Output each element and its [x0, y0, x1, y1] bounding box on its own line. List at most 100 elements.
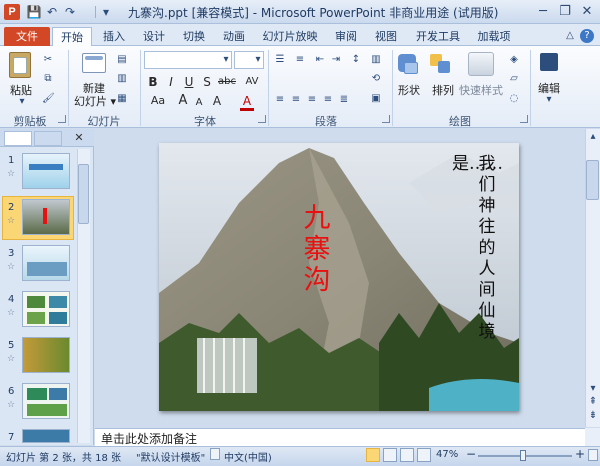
tab-addins[interactable]: 加载项	[472, 27, 516, 46]
align-left-icon[interactable]: ≡	[274, 94, 286, 106]
bold-button[interactable]: B	[146, 75, 160, 89]
line-spacing-icon[interactable]: ↕	[350, 54, 362, 66]
paragraph-launcher-icon[interactable]	[382, 115, 390, 123]
redo-icon[interactable]: ↷	[62, 4, 78, 20]
copy-icon[interactable]: ⧉	[42, 73, 54, 85]
tab-home[interactable]: 开始	[52, 27, 92, 46]
help-icon[interactable]: ?	[580, 29, 594, 43]
arrange-label[interactable]: 排列	[428, 82, 458, 98]
shadow-button[interactable]: S	[200, 75, 214, 89]
grow-font-button[interactable]: A	[176, 94, 190, 108]
format-painter-icon[interactable]: 🖌	[42, 93, 55, 105]
zoom-level[interactable]: 47%	[436, 449, 458, 460]
editing-dropdown-icon[interactable]: ▾	[543, 94, 555, 106]
shapes-label[interactable]: 形状	[394, 82, 424, 98]
slide-thumbnail-2[interactable]	[22, 199, 70, 235]
tab-slideshow[interactable]: 幻灯片放映	[258, 27, 322, 46]
current-slide[interactable]	[159, 143, 519, 411]
increase-indent-icon[interactable]: ⇥	[330, 54, 342, 66]
slide-poem-line-1[interactable]: 我们神往的人间仙境	[476, 154, 498, 343]
reading-view-icon[interactable]	[400, 448, 414, 462]
powerpoint-logo-icon[interactable]: P	[4, 4, 20, 20]
tab-review[interactable]: 审阅	[330, 27, 362, 46]
close-button[interactable]: ✕	[576, 3, 598, 21]
spellcheck-icon[interactable]	[210, 448, 220, 460]
drawing-launcher-icon[interactable]	[520, 115, 528, 123]
pane-scroll-thumb[interactable]	[78, 164, 89, 224]
undo-icon[interactable]: ↶	[44, 4, 60, 20]
notes-placeholder[interactable]: 单击此处添加备注	[101, 430, 197, 447]
tab-file[interactable]: 文件	[4, 27, 50, 46]
slide-scroll-thumb[interactable]	[586, 160, 599, 200]
tab-developer[interactable]: 开发工具	[410, 27, 466, 46]
smartart-icon[interactable]: ▣	[370, 93, 382, 105]
zoom-slider-knob[interactable]	[520, 450, 526, 461]
section-icon[interactable]: ▦	[116, 93, 128, 105]
clear-format-button[interactable]: A	[210, 94, 224, 108]
slide-sorter-view-icon[interactable]	[383, 448, 397, 462]
find-binoculars-icon[interactable]	[540, 53, 558, 71]
quick-styles-label[interactable]: 快速样式	[458, 82, 504, 98]
decrease-indent-icon[interactable]: ⇤	[314, 54, 326, 66]
columns-icon[interactable]: ▥	[370, 54, 382, 66]
font-size-dropdown-icon[interactable]: ▾	[252, 54, 264, 66]
quick-styles-icon[interactable]	[468, 52, 494, 76]
zoom-out-button[interactable]: −	[466, 447, 476, 461]
save-icon[interactable]: 💾	[26, 4, 42, 20]
prev-slide-icon[interactable]: ⇞	[587, 396, 599, 408]
tab-slides-thumbnails[interactable]	[4, 131, 32, 146]
slideshow-view-icon[interactable]	[417, 448, 431, 462]
slide-thumbnail-5[interactable]	[22, 337, 70, 373]
numbering-icon[interactable]: ≡	[294, 54, 306, 66]
slide-thumbnail-1[interactable]	[22, 153, 70, 189]
slide-thumbnail-3[interactable]	[22, 245, 70, 281]
shape-outline-icon[interactable]: ▱	[508, 73, 520, 85]
shrink-font-button[interactable]: A	[192, 96, 206, 110]
restore-button[interactable]: ❐	[554, 3, 576, 21]
tab-design[interactable]: 设计	[138, 27, 170, 46]
zoom-in-button[interactable]: +	[575, 447, 585, 461]
customize-qat-icon[interactable]: ▾	[98, 4, 114, 20]
language-status[interactable]: 中文(中国)	[224, 449, 272, 464]
notes-scrollbar[interactable]	[585, 428, 600, 446]
close-pane-icon[interactable]: ✕	[72, 131, 86, 145]
align-right-icon[interactable]: ≡	[306, 94, 318, 106]
slide-thumbnail-6[interactable]	[22, 383, 70, 419]
font-color-button[interactable]: A	[240, 94, 254, 111]
minimize-ribbon-icon[interactable]: △	[563, 29, 577, 43]
font-name-field[interactable]	[144, 51, 232, 69]
tab-outline[interactable]	[34, 131, 62, 146]
tab-view[interactable]: 视图	[370, 27, 402, 46]
slide-thumbnail-4[interactable]	[22, 291, 70, 327]
tab-animations[interactable]: 动画	[218, 27, 250, 46]
italic-button[interactable]: I	[164, 75, 178, 89]
shape-effects-icon[interactable]: ◌	[508, 93, 520, 105]
slide-title-vertical[interactable]: 九寨沟	[302, 203, 332, 296]
align-center-icon[interactable]: ≡	[290, 94, 302, 106]
paste-dropdown-icon[interactable]: ▾	[16, 96, 28, 108]
scroll-up-icon[interactable]: ▴	[587, 131, 599, 143]
scroll-down-icon[interactable]: ▾	[587, 383, 599, 395]
new-slide-label-2[interactable]: 幻灯片 ▾	[70, 93, 120, 109]
minimize-button[interactable]: ─	[532, 3, 554, 21]
distribute-icon[interactable]: ≣	[338, 94, 350, 106]
font-launcher-icon[interactable]	[258, 115, 266, 123]
next-slide-icon[interactable]: ⇟	[587, 410, 599, 422]
fit-to-window-icon[interactable]	[588, 449, 598, 461]
char-spacing-button[interactable]: AV	[242, 75, 262, 89]
justify-icon[interactable]: ≡	[322, 94, 334, 106]
reset-icon[interactable]: ▥	[116, 73, 128, 85]
tab-transitions[interactable]: 切换	[178, 27, 210, 46]
shape-fill-icon[interactable]: ◈	[508, 54, 520, 66]
theme-status[interactable]: "默认设计模板"	[136, 449, 205, 464]
clipboard-launcher-icon[interactable]	[58, 115, 66, 123]
slide-thumbnail-7[interactable]	[22, 429, 70, 443]
font-name-dropdown-icon[interactable]: ▾	[220, 54, 232, 66]
normal-view-icon[interactable]	[366, 448, 380, 462]
text-direction-icon[interactable]: ⟲	[370, 73, 382, 85]
change-case-button[interactable]: Aa	[146, 94, 170, 108]
bullets-icon[interactable]: ☰	[274, 54, 286, 66]
strikethrough-button[interactable]: abc	[216, 75, 238, 89]
underline-button[interactable]: U	[182, 75, 196, 89]
tab-insert[interactable]: 插入	[98, 27, 130, 46]
